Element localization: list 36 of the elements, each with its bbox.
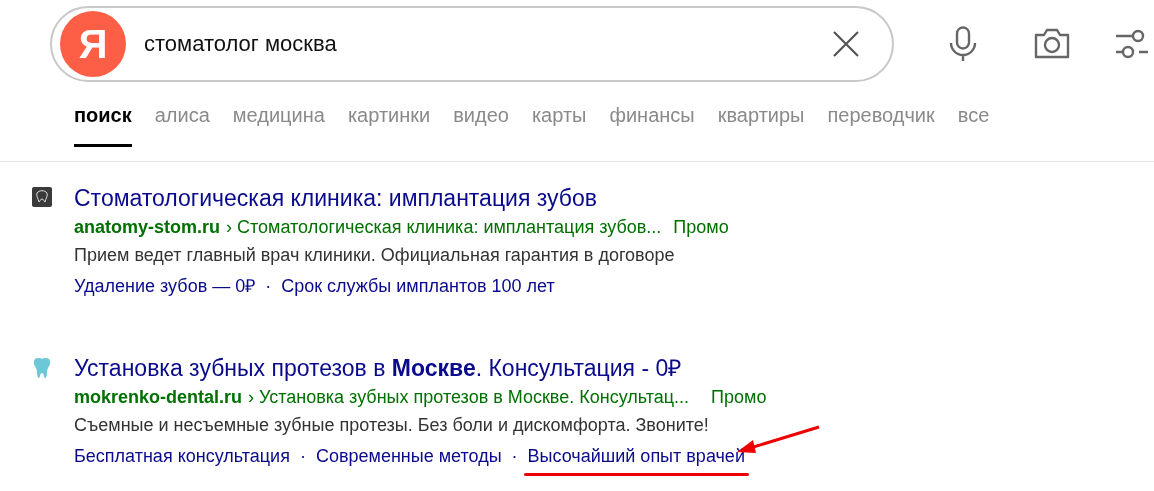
sitelink[interactable]: Бесплатная консультация: [74, 446, 290, 466]
promo-label: Промо: [673, 216, 729, 239]
breadcrumb-link[interactable]: › Установка зубных протезов в Москве. Консультац...: [248, 383, 690, 411]
separator-dot: ·: [511, 445, 518, 468]
tab[interactable]: видео: [453, 104, 509, 147]
tab[interactable]: картинки: [347, 104, 431, 147]
close-icon[interactable]: [832, 30, 860, 58]
tab[interactable]: медицина: [232, 104, 325, 147]
separator-dot: ·: [299, 445, 306, 468]
sitelink[interactable]: Срок службы имплантов 100 лет: [281, 276, 555, 296]
domain-link[interactable]: mokrenko-dental.ru: [74, 383, 243, 411]
snippet-text: Прием ведет главный врач клиники. Официальная гарантия в договоре: [74, 244, 676, 267]
tab[interactable]: все: [957, 104, 990, 147]
microphone-icon[interactable]: [948, 26, 978, 62]
tab[interactable]: карты: [531, 104, 587, 147]
settings-icon[interactable]: [1114, 27, 1148, 61]
tooth-icon: [32, 357, 52, 379]
search-query: стоматолог москва: [144, 31, 338, 57]
tab[interactable]: переводчик: [827, 104, 935, 147]
result-title-link[interactable]: Установка зубных протезов в Москве. Консультация - 0₽: [74, 353, 767, 383]
snippet-text: Съемные и несъемные зубные протезы. Без боли и дискомфорта. Звоните!: [74, 414, 710, 437]
tab[interactable]: квартиры: [717, 104, 805, 147]
separator-dot: ·: [265, 275, 272, 298]
camera-icon[interactable]: [1032, 27, 1072, 61]
tab[interactable]: поиск: [74, 104, 132, 147]
clinic-logo-icon: [32, 187, 52, 207]
result-title-link[interactable]: Стоматологическая клиника: имплантация зубов: [74, 183, 729, 213]
search-field[interactable]: Я стоматолог москва: [50, 6, 894, 82]
tab[interactable]: финансы: [609, 104, 695, 147]
sitelink[interactable]: Удаление зубов — 0₽: [74, 276, 256, 296]
breadcrumb-link[interactable]: › Стоматологическая клиника: имплантация зубов...: [226, 213, 662, 241]
sitelink[interactable]: Современные методы: [315, 446, 502, 466]
sitelink[interactable]: Высочайший опыт врачей: [527, 446, 745, 466]
tab[interactable]: алиса: [154, 104, 210, 147]
domain-link[interactable]: anatomy-stom.ru: [74, 213, 221, 241]
promo-label: Промо: [711, 386, 767, 409]
